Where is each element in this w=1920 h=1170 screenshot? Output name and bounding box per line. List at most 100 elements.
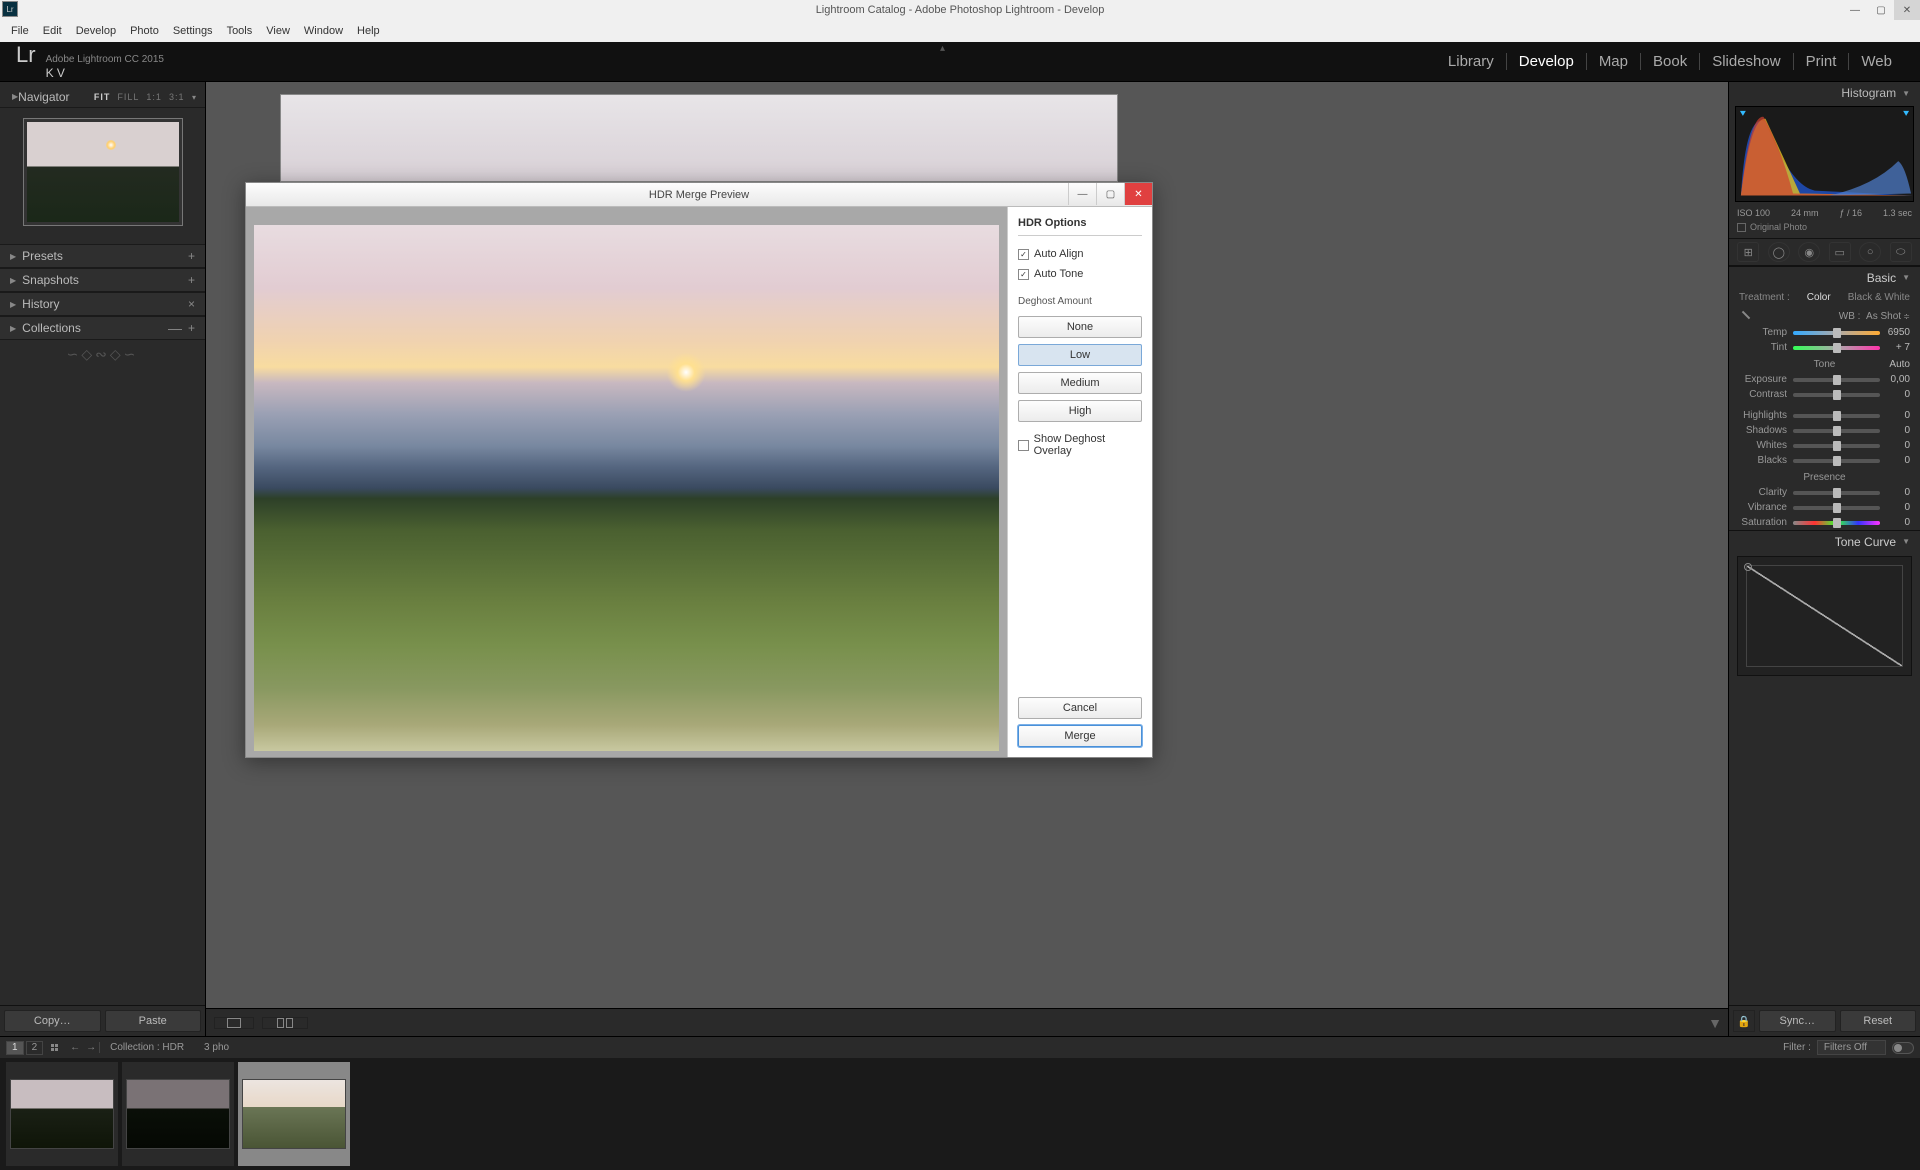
spot-tool[interactable]: ◯	[1768, 242, 1790, 262]
menu-photo[interactable]: Photo	[123, 25, 166, 37]
exposure-slider[interactable]	[1793, 378, 1880, 382]
brush-tool[interactable]: ⬭	[1890, 242, 1912, 262]
menu-help[interactable]: Help	[350, 25, 387, 37]
collections-section[interactable]: ▶Collections—+	[0, 316, 205, 340]
module-header: Lr Adobe Lightroom CC 2015 K V Library D…	[0, 42, 1920, 82]
menu-edit[interactable]: Edit	[36, 25, 69, 37]
reset-button[interactable]: Reset	[1840, 1010, 1917, 1032]
filmstrip-thumb-1[interactable]	[10, 1079, 114, 1149]
hdr-merge-dialog: HDR Merge Preview — ▢ ✕ HDR Options ✓Aut…	[245, 182, 1153, 758]
module-book[interactable]: Book	[1641, 53, 1700, 70]
filmstrip-thumb-3[interactable]	[242, 1079, 346, 1149]
menu-file[interactable]: File	[4, 25, 36, 37]
next-photo[interactable]: →	[83, 1042, 99, 1053]
histogram[interactable]	[1735, 106, 1914, 202]
vibrance-slider[interactable]	[1793, 506, 1880, 510]
tone-curve-header[interactable]: Tone Curve▼	[1729, 530, 1920, 552]
source-label[interactable]: Collection : HDR	[99, 1042, 194, 1053]
filmstrip-thumb-2[interactable]	[126, 1079, 230, 1149]
panel-lock[interactable]: 🔒	[1733, 1010, 1755, 1032]
tone-curve[interactable]	[1737, 556, 1912, 676]
presets-section[interactable]: ▶Presets+	[0, 244, 205, 268]
tint-slider[interactable]	[1793, 346, 1880, 350]
merge-button[interactable]: Merge	[1018, 725, 1142, 747]
dialog-close[interactable]: ✕	[1124, 183, 1152, 205]
deghost-high[interactable]: High	[1018, 400, 1142, 422]
copy-button[interactable]: Copy…	[4, 1010, 101, 1032]
treatment-bw[interactable]: Black & White	[1848, 292, 1910, 303]
cancel-button[interactable]: Cancel	[1018, 697, 1142, 719]
minimize-button[interactable]: —	[1842, 0, 1868, 20]
auto-tone-checkbox[interactable]: ✓Auto Tone	[1018, 268, 1142, 280]
auto-align-checkbox[interactable]: ✓Auto Align	[1018, 248, 1142, 260]
auto-tone[interactable]: Auto	[1889, 359, 1910, 370]
close-window-button[interactable]: ✕	[1894, 0, 1920, 20]
blacks-slider[interactable]	[1793, 459, 1880, 463]
toolbar-disclosure[interactable]: ▼	[1708, 1015, 1722, 1031]
snapshots-section[interactable]: ▶Snapshots+	[0, 268, 205, 292]
menu-view[interactable]: View	[259, 25, 297, 37]
original-photo-toggle[interactable]: Original Photo	[1729, 220, 1920, 238]
white-balance-row: WB : As Shot ≑	[1729, 307, 1920, 325]
graduated-tool[interactable]: ▭	[1829, 242, 1851, 262]
navigator-thumbnail[interactable]	[23, 118, 183, 226]
navigator-label: Navigator	[18, 90, 69, 104]
module-web[interactable]: Web	[1849, 53, 1904, 70]
menu-settings[interactable]: Settings	[166, 25, 220, 37]
module-library[interactable]: Library	[1436, 53, 1507, 70]
prev-photo[interactable]: ←	[67, 1042, 83, 1053]
dialog-titlebar[interactable]: HDR Merge Preview — ▢ ✕	[246, 183, 1152, 207]
logo: Lr	[16, 42, 36, 68]
deghost-low[interactable]: Low	[1018, 344, 1142, 366]
module-print[interactable]: Print	[1794, 53, 1850, 70]
top-panel-toggle[interactable]	[940, 38, 980, 44]
menu-window[interactable]: Window	[297, 25, 350, 37]
wb-dropper[interactable]	[1739, 309, 1757, 323]
hdr-options-panel: HDR Options ✓Auto Align ✓Auto Tone Degho…	[1007, 207, 1152, 757]
saturation-slider[interactable]	[1793, 521, 1880, 525]
highlights-slider[interactable]	[1793, 414, 1880, 418]
panel-ornament: ∽◇∾◇∽	[0, 340, 205, 369]
radial-tool[interactable]: ○	[1859, 242, 1881, 262]
background-photo	[280, 94, 1118, 182]
navigator-header[interactable]: ▶ Navigator FIT FILL 1:1 3:1 ▾	[0, 86, 205, 108]
clarity-slider[interactable]	[1793, 491, 1880, 495]
grid-icon[interactable]	[51, 1044, 61, 1051]
contrast-slider[interactable]	[1793, 393, 1880, 397]
toolbar: ▼	[206, 1008, 1728, 1036]
dialog-minimize[interactable]: —	[1068, 183, 1096, 205]
view-compare[interactable]	[262, 1017, 308, 1029]
temp-slider[interactable]	[1793, 331, 1880, 335]
filter-toggle[interactable]	[1892, 1042, 1914, 1054]
module-slideshow[interactable]: Slideshow	[1700, 53, 1793, 70]
dialog-maximize[interactable]: ▢	[1096, 183, 1124, 205]
sync-button[interactable]: Sync…	[1759, 1010, 1836, 1032]
paste-button[interactable]: Paste	[105, 1010, 202, 1032]
shadows-slider[interactable]	[1793, 429, 1880, 433]
deghost-overlay-checkbox[interactable]: Show Deghost Overlay	[1018, 433, 1142, 457]
menu-tools[interactable]: Tools	[220, 25, 260, 37]
deghost-medium[interactable]: Medium	[1018, 372, 1142, 394]
module-map[interactable]: Map	[1587, 53, 1641, 70]
deghost-none[interactable]: None	[1018, 316, 1142, 338]
history-section[interactable]: ▶History×	[0, 292, 205, 316]
window-titlebar: Lr Lightroom Catalog - Adobe Photoshop L…	[0, 0, 1920, 20]
crop-tool[interactable]: ⊞	[1737, 242, 1759, 262]
maximize-button[interactable]: ▢	[1868, 0, 1894, 20]
monitor-2[interactable]: 2	[26, 1041, 44, 1055]
treatment-color[interactable]: Color	[1807, 292, 1831, 303]
navigator-zoom-options[interactable]: FIT FILL 1:1 3:1 ▾	[94, 92, 197, 102]
histogram-header[interactable]: Histogram▼	[1729, 82, 1920, 104]
left-panel: ▶ Navigator FIT FILL 1:1 3:1 ▾ ▶Presets+…	[0, 82, 206, 1036]
module-develop[interactable]: Develop	[1507, 53, 1587, 70]
basic-header[interactable]: Basic▼	[1729, 266, 1920, 288]
whites-slider[interactable]	[1793, 444, 1880, 448]
view-loupe[interactable]	[214, 1017, 254, 1029]
wb-preset[interactable]: As Shot	[1866, 311, 1901, 322]
filter-dropdown[interactable]: Filters Off	[1817, 1040, 1886, 1055]
redeye-tool[interactable]: ◉	[1798, 242, 1820, 262]
menu-develop[interactable]: Develop	[69, 25, 123, 37]
hdr-preview-image	[254, 225, 999, 751]
monitor-1[interactable]: 1	[6, 1041, 24, 1055]
filter-label: Filter :	[1783, 1042, 1811, 1053]
